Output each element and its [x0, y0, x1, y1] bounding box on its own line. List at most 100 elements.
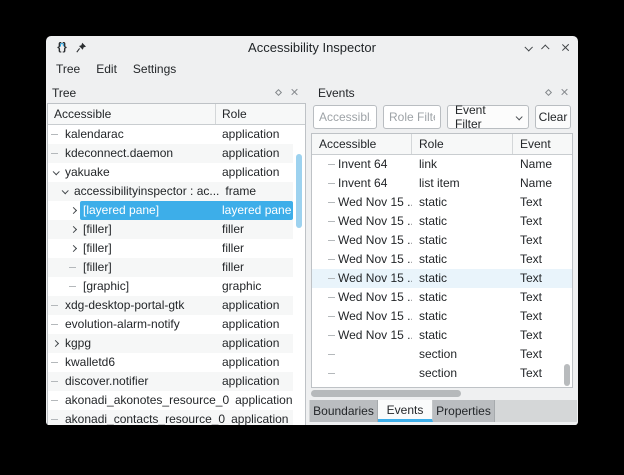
tree-row[interactable]: kdeconnect.daemonapplication — [48, 144, 293, 163]
menu-tree[interactable]: Tree — [48, 60, 88, 78]
event-role: static — [412, 288, 513, 307]
maximize-icon[interactable] — [543, 40, 549, 54]
column-header-accessible[interactable]: Accessible — [48, 104, 216, 124]
tree-item-role: filler — [216, 220, 293, 239]
tree-row[interactable]: [graphic]graphic — [48, 277, 293, 296]
expander-closed-icon[interactable] — [48, 220, 80, 239]
tree-row[interactable]: akonadi_contacts_resource_0application — [48, 410, 293, 425]
branch-line — [48, 125, 62, 144]
event-accessible: Wed Nov 15 ... — [338, 269, 412, 288]
event-type: Name — [513, 155, 572, 174]
branch-line — [328, 278, 335, 279]
tree-vertical-scrollbar[interactable] — [296, 154, 302, 228]
event-row[interactable]: Invent 64 linkName — [312, 155, 572, 174]
event-role: link — [412, 155, 513, 174]
tree-row[interactable]: kgpgapplication — [48, 334, 293, 353]
tab-events[interactable]: Events — [378, 400, 433, 422]
expander-closed-icon[interactable] — [48, 239, 80, 258]
expander-closed-icon[interactable] — [48, 334, 62, 353]
close-icon[interactable] — [561, 43, 570, 52]
menu-edit[interactable]: Edit — [88, 60, 125, 78]
tree-row[interactable]: akonadi_akonotes_resource_0application — [48, 391, 293, 410]
event-type: Text — [513, 345, 572, 364]
event-row[interactable]: Wed Nov 15 ...staticText — [312, 231, 572, 250]
minimize-icon[interactable] — [525, 40, 531, 54]
tree-item-role: application — [225, 410, 302, 425]
clear-button[interactable]: Clear — [535, 105, 571, 129]
branch-line — [328, 335, 335, 336]
events-dock-header: Events — [309, 82, 577, 103]
accessible-filter-input[interactable] — [313, 105, 377, 129]
branch-line — [48, 296, 62, 315]
column-header-accessible[interactable]: Accessible — [312, 134, 412, 154]
branch-line — [48, 315, 62, 334]
close-dock-icon[interactable] — [290, 88, 299, 97]
event-row[interactable]: sectionText — [312, 364, 572, 383]
event-row[interactable]: Wed Nov 15 ...staticText — [312, 250, 572, 269]
event-rows: Invent 64 linkNameInvent 64 list itemName W… — [312, 155, 572, 383]
float-dock-icon[interactable] — [275, 89, 282, 96]
expander-open-icon[interactable] — [48, 163, 62, 182]
event-row[interactable]: sectionText — [312, 345, 572, 364]
event-row[interactable]: Invent 64list itemName — [312, 174, 572, 193]
tree-item-role: graphic — [216, 277, 293, 296]
tree-row[interactable]: [filler]filler — [48, 220, 293, 239]
event-type: Text — [513, 250, 572, 269]
float-dock-icon[interactable] — [545, 89, 552, 96]
tab-properties[interactable]: Properties — [433, 400, 495, 422]
event-row[interactable]: Wed Nov 15 ...staticText — [312, 326, 572, 345]
event-row[interactable]: Wed Nov 15 ...staticText — [312, 288, 572, 307]
column-header-role[interactable]: Role — [412, 134, 513, 154]
event-type: Text — [513, 193, 572, 212]
event-row[interactable]: Wed Nov 15 ...staticText — [312, 212, 572, 231]
event-row[interactable]: Wed Nov 15 ...staticText — [312, 307, 572, 326]
tree-row[interactable]: accessibilityinspector : ac...frame — [48, 182, 293, 201]
branch-line — [328, 354, 335, 355]
tree-row[interactable]: xdg-desktop-portal-gtkapplication — [48, 296, 293, 315]
bottom-tabbar: BoundariesEventsProperties — [309, 400, 577, 425]
menu-settings[interactable]: Settings — [125, 60, 184, 78]
accessible-tree-table: Accessible Role kalendaracapplicationkde… — [47, 103, 306, 425]
tree-row[interactable]: discover.notifierapplication — [48, 372, 293, 391]
event-accessible: Wed Nov 15 ... — [338, 212, 412, 231]
tree-row[interactable]: [filler]filler — [48, 239, 293, 258]
event-filter-dropdown[interactable]: Event Filter — [447, 105, 529, 129]
event-type: Text — [513, 212, 572, 231]
tree-row[interactable]: kalendaracapplication — [48, 125, 293, 144]
expander-open-icon[interactable] — [48, 182, 71, 201]
event-row[interactable]: Wed Nov 15 ...staticText — [312, 269, 572, 288]
tree-item-name: [filler] — [80, 220, 216, 239]
tree-row[interactable]: [layered pane]layered pane — [48, 201, 293, 220]
close-dock-icon[interactable] — [560, 88, 569, 97]
tree-item-role: application — [216, 372, 293, 391]
event-role: static — [412, 269, 513, 288]
event-accessible: Wed Nov 15 ... — [338, 231, 412, 250]
event-role: static — [412, 193, 513, 212]
column-header-role[interactable]: Role — [216, 104, 247, 124]
event-accessible: Invent 64 — [338, 174, 387, 193]
tab-boundaries[interactable]: Boundaries — [310, 400, 378, 422]
events-vertical-scrollbar[interactable] — [564, 364, 570, 386]
event-role: list item — [412, 174, 513, 193]
expander-closed-icon[interactable] — [48, 201, 80, 220]
tree-item-name: kalendarac — [62, 125, 216, 144]
tree-item-role: filler — [216, 258, 293, 277]
titlebar[interactable]: { } Accessibility Inspector — [46, 36, 578, 58]
tree-item-role: application — [216, 315, 293, 334]
branch-line — [48, 277, 80, 296]
tree-item-name: [filler] — [80, 239, 216, 258]
tree-row[interactable]: [filler]filler — [48, 258, 293, 277]
role-filter-input[interactable] — [383, 105, 441, 129]
event-accessible: Invent 64 — [338, 155, 387, 174]
events-dock-title: Events — [314, 86, 355, 100]
branch-line — [328, 221, 335, 222]
tree-row[interactable]: yakuakeapplication — [48, 163, 293, 182]
tree-row[interactable]: kwalletd6application — [48, 353, 293, 372]
column-header-event[interactable]: Event — [513, 134, 572, 154]
events-horizontal-scrollbar[interactable] — [311, 390, 461, 397]
tree-rows: kalendaracapplicationkdeconnect.daemonap… — [48, 125, 305, 425]
tree-row[interactable]: evolution-alarm-notifyapplication — [48, 315, 293, 334]
events-table-header: Accessible Role Event — [312, 134, 572, 155]
event-row[interactable]: Wed Nov 15 ...staticText — [312, 193, 572, 212]
tree-item-name: kgpg — [62, 334, 216, 353]
